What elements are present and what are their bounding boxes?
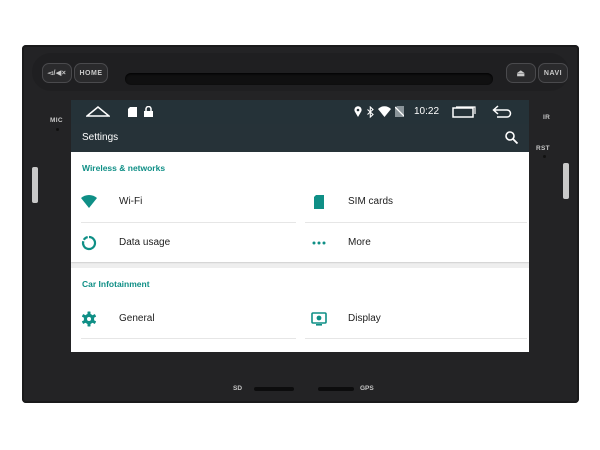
location-icon xyxy=(354,106,362,117)
hardware-back-mute-button[interactable]: ◅/◀× xyxy=(42,63,72,83)
sim-card-icon xyxy=(314,195,324,209)
settings-item-label: SIM cards xyxy=(348,196,394,207)
action-bar: Settings xyxy=(71,124,529,152)
section-title-car-infotainment: Car Infotainment xyxy=(82,279,150,289)
mic-label: MIC xyxy=(50,117,63,124)
hardware-home-button[interactable]: HOME xyxy=(74,63,108,83)
settings-item-label: Wi-Fi xyxy=(119,196,143,207)
back-mute-label: ◅/◀× xyxy=(47,70,67,77)
wireless-networks-card: Wireless & networks Wi-Fi SIM cards Data… xyxy=(71,152,529,262)
eject-icon: ⏏ xyxy=(516,67,526,78)
settings-item-display[interactable]: Display xyxy=(301,300,513,336)
settings-item-general[interactable]: General xyxy=(71,300,283,336)
status-time: 10:22 xyxy=(414,106,440,117)
settings-item-wifi[interactable]: Wi-Fi xyxy=(71,183,283,219)
search-icon[interactable] xyxy=(505,131,518,144)
settings-item-sim-cards[interactable]: SIM cards xyxy=(301,183,513,219)
settings-item-label: More xyxy=(348,237,371,248)
back-icon[interactable] xyxy=(492,105,514,118)
ir-label: IR xyxy=(543,114,551,121)
settings-item-label: General xyxy=(119,313,155,324)
android-screen: 10:22 Settings Wireless & networks Wi-Fi xyxy=(71,100,529,352)
mic-hole xyxy=(56,128,59,131)
gear-icon xyxy=(81,311,97,327)
display-icon xyxy=(311,312,327,326)
settings-item-data-usage[interactable]: Data usage xyxy=(71,224,283,260)
sd-card-icon xyxy=(128,107,137,117)
right-mount-clip xyxy=(563,163,569,199)
status-bar: 10:22 xyxy=(71,100,529,124)
top-control-bar: ◅/◀× HOME ⏏ NAVI xyxy=(32,53,569,91)
wifi-icon xyxy=(378,106,391,117)
home-label: HOME xyxy=(79,69,103,77)
rst-label: RST xyxy=(536,145,550,152)
left-mount-clip xyxy=(32,167,38,203)
divider xyxy=(81,222,296,223)
gps-card-slot[interactable] xyxy=(318,387,354,391)
navi-label: NAVI xyxy=(543,69,563,77)
sim-off-icon xyxy=(395,106,404,117)
more-dots-icon xyxy=(312,241,326,245)
divider xyxy=(305,338,527,339)
sd-card-slot[interactable] xyxy=(254,387,294,391)
settings-item-more[interactable]: More xyxy=(301,224,513,260)
reset-hole[interactable] xyxy=(543,155,546,158)
page-title: Settings xyxy=(82,132,119,143)
bluetooth-icon xyxy=(367,106,374,118)
wifi-icon xyxy=(81,194,97,208)
lock-icon xyxy=(144,106,153,117)
home-outline-icon[interactable] xyxy=(86,105,110,117)
divider xyxy=(81,338,296,339)
section-title-wireless: Wireless & networks xyxy=(82,163,166,173)
settings-item-label: Display xyxy=(348,313,381,324)
car-infotainment-card: Car Infotainment General Display xyxy=(71,268,529,352)
settings-content: Wireless & networks Wi-Fi SIM cards Data… xyxy=(71,152,529,352)
sd-label: SD xyxy=(233,385,243,392)
recent-apps-icon[interactable] xyxy=(452,106,476,118)
divider xyxy=(305,222,527,223)
hardware-navi-button[interactable]: NAVI xyxy=(538,63,568,83)
settings-item-label: Data usage xyxy=(119,237,171,248)
hardware-eject-button[interactable]: ⏏ xyxy=(506,63,536,83)
data-usage-icon xyxy=(81,235,97,251)
disc-slot xyxy=(125,73,493,85)
gps-label: GPS xyxy=(360,385,374,392)
